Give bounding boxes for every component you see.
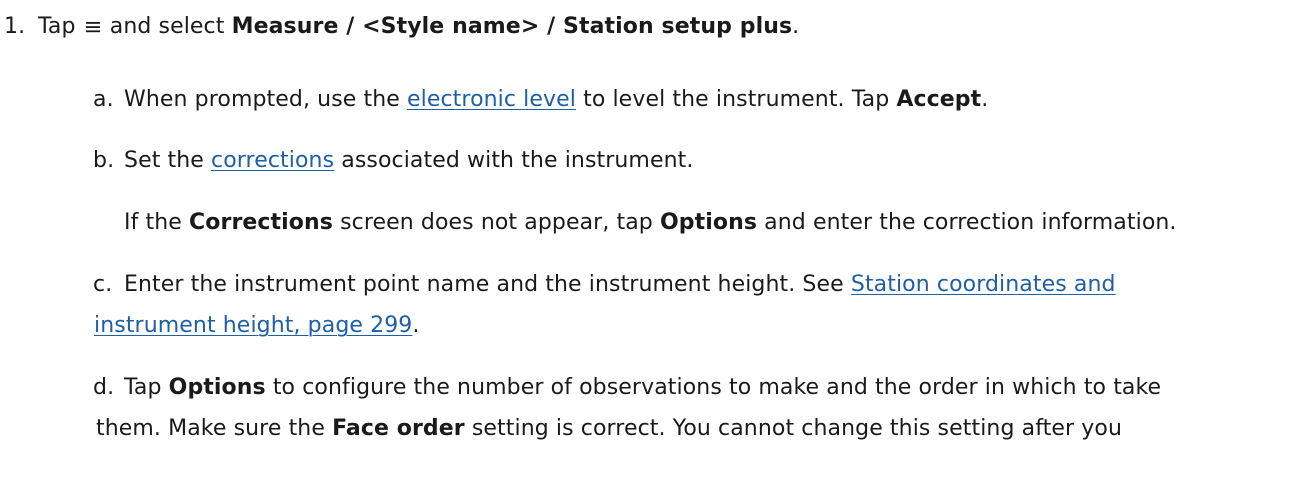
document-page: 1. Tap and select Measure / <Style name>… [0, 0, 1290, 484]
station-coordinates-link-cont[interactable]: instrument height, page 299 [94, 313, 412, 338]
substep-c-cont: instrument height, page 299. [94, 313, 420, 339]
substep-d-letter: d. [93, 375, 115, 400]
options-term-d: Options [168, 375, 266, 400]
substep-a-text-2: to level the instrument. Tap [583, 87, 890, 112]
note-text-2: screen does not appear, tap [340, 210, 653, 235]
substep-d-text-3: them. Make sure the [96, 416, 325, 441]
substep-c-text: Enter the instrument point name and the … [124, 272, 844, 297]
note-text: If the [124, 210, 182, 235]
corrections-link[interactable]: corrections [211, 148, 334, 173]
substep-b-note: If the Corrections screen does not appea… [124, 210, 1177, 236]
substep-c: Enter the instrument point name and the … [124, 272, 1116, 298]
substep-b-text: Set the [124, 148, 204, 173]
step-1-instruction: Tap and select Measure / <Style name> / … [38, 14, 799, 40]
hamburger-menu-icon [85, 15, 101, 33]
substep-b-letter: b. [93, 148, 115, 173]
options-term: Options [659, 210, 758, 235]
step-end-punct: . [792, 14, 800, 39]
substep-c-letter: c. [93, 272, 113, 297]
step-and-select-text: and select [109, 14, 225, 39]
accept-term: Accept [896, 87, 982, 112]
menu-path: Measure / <Style name> / Station setup p… [231, 14, 793, 39]
substep-b-text-2: associated with the instrument. [341, 148, 694, 173]
face-order-term: Face order [332, 416, 465, 441]
substep-a-end: . [981, 87, 989, 112]
corrections-term: Corrections [189, 210, 333, 235]
substep-a-letter: a. [93, 87, 114, 112]
note-text-3: and enter the correction information. [764, 210, 1177, 235]
substep-c-end: . [412, 313, 420, 338]
substep-a-text: When prompted, use the [124, 87, 400, 112]
step-tap-text: Tap [38, 14, 76, 39]
substep-d-text-2: to configure the number of observations … [272, 375, 1162, 400]
substep-d-text-4: setting is correct. You cannot change th… [471, 416, 1122, 441]
step-number: 1. [4, 14, 26, 39]
electronic-level-link[interactable]: electronic level [407, 87, 576, 112]
substep-d: Tap Options to configure the number of o… [124, 375, 1161, 401]
substep-b: Set the corrections associated with the … [124, 148, 693, 174]
substep-a: When prompted, use the electronic level … [124, 87, 988, 113]
station-coordinates-link[interactable]: Station coordinates and [851, 272, 1116, 297]
substep-d-text: Tap [124, 375, 162, 400]
substep-d-cont: them. Make sure the Face order setting i… [96, 416, 1122, 442]
